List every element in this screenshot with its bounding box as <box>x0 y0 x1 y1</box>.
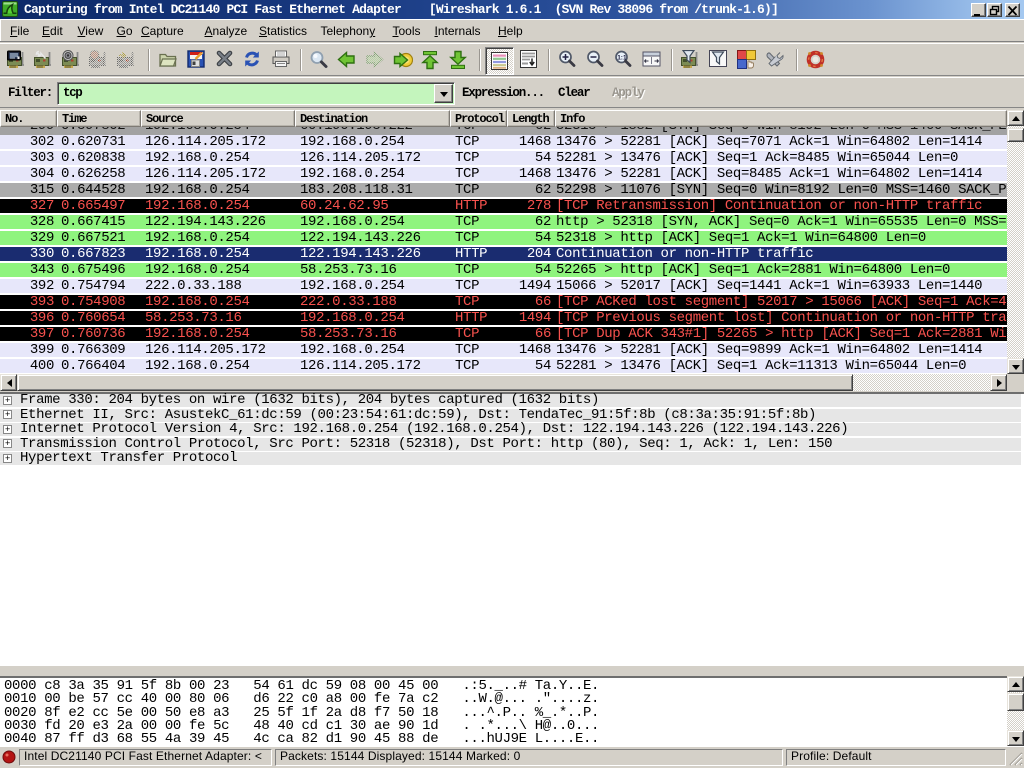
svg-text:1:1: 1:1 <box>617 55 627 62</box>
